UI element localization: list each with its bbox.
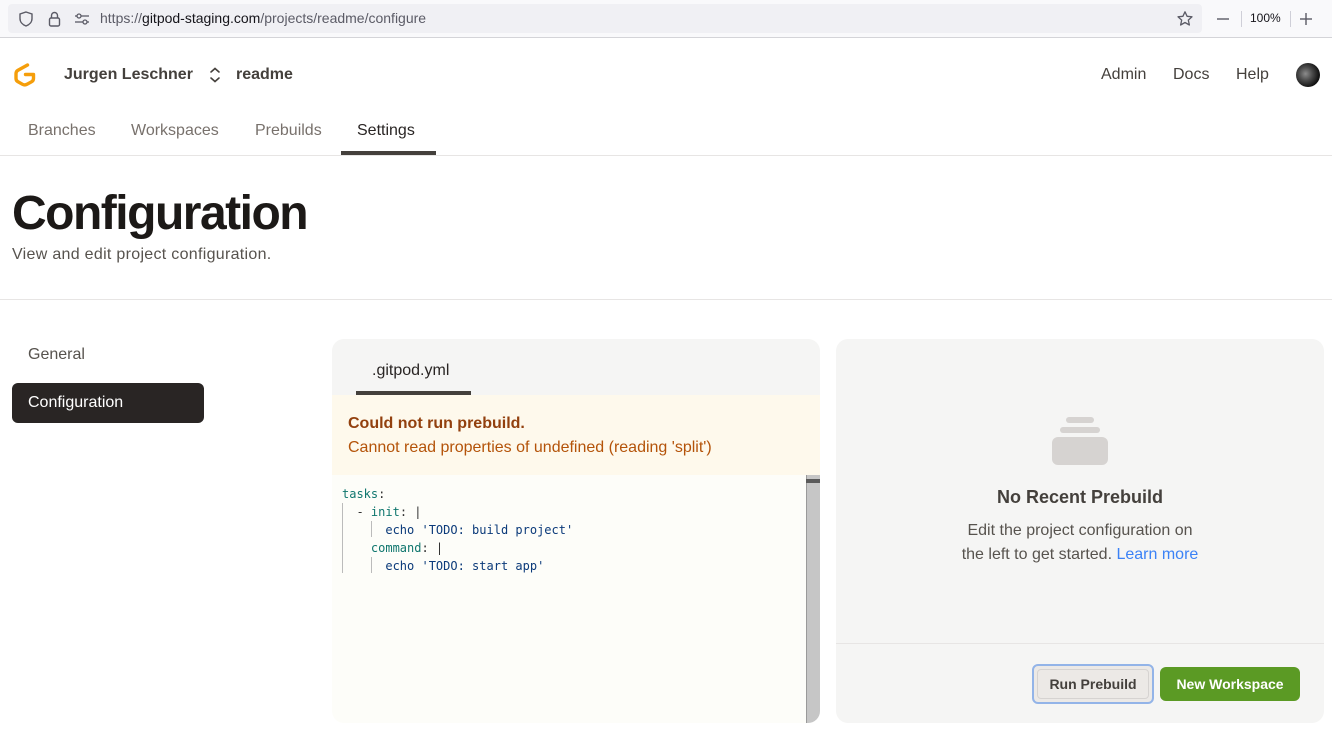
toolbar-separator <box>1290 11 1291 27</box>
nav-help[interactable]: Help <box>1236 66 1269 84</box>
url-text[interactable]: https://gitpod-staging.com/projects/read… <box>100 10 426 26</box>
config-editor-panel: .gitpod.yml Could not run prebuild. Cann… <box>332 339 820 723</box>
description-line: the left to get started. <box>961 546 1113 563</box>
yaml-code-editor[interactable]: tasks: - init: | echo 'TODO: build proje… <box>342 485 573 575</box>
error-title: Could not run prebuild. <box>348 415 525 432</box>
footer-divider <box>836 643 1324 644</box>
no-prebuild-title: No Recent Prebuild <box>996 487 1164 507</box>
run-prebuild-button[interactable]: Run Prebuild <box>1032 664 1154 704</box>
file-tab-gitpod-yml[interactable]: .gitpod.yml <box>372 362 449 380</box>
project-name[interactable]: readme <box>236 66 293 84</box>
active-tab-indicator <box>341 151 436 155</box>
code-token: : <box>378 487 386 501</box>
code-token: command <box>370 541 422 555</box>
toolbar-separator <box>1241 11 1242 27</box>
lock-icon[interactable] <box>46 10 62 28</box>
file-tab-bar: .gitpod.yml <box>332 339 820 395</box>
browser-toolbar: https://gitpod-staging.com/projects/read… <box>0 0 1332 38</box>
code-token: echo 'TODO: start app' <box>385 559 545 573</box>
code-token: : | <box>399 505 422 519</box>
tab-settings[interactable]: Settings <box>357 122 415 140</box>
sidebar-item-general[interactable]: General <box>12 335 204 375</box>
nav-docs[interactable]: Docs <box>1173 66 1209 84</box>
nav-admin[interactable]: Admin <box>1101 66 1146 84</box>
tab-prebuilds[interactable]: Prebuilds <box>255 122 322 140</box>
description-line: Edit the project configuration on <box>967 522 1193 539</box>
error-message: Cannot read properties of undefined (rea… <box>348 439 712 456</box>
prebuild-error-alert: Could not run prebuild. Cannot read prop… <box>332 395 820 475</box>
code-line: command: | <box>342 539 573 557</box>
page-subtitle: View and edit project configuration. <box>12 246 272 263</box>
editor-scrollbar[interactable] <box>806 475 820 723</box>
code-token: init <box>370 505 400 519</box>
indent-guide <box>371 521 372 537</box>
code-line: echo 'TODO: build project' <box>342 521 573 539</box>
run-prebuild-label: Run Prebuild <box>1049 676 1137 692</box>
indent-guide <box>342 503 343 573</box>
prebuild-panel: No Recent Prebuild Edit the project conf… <box>836 339 1324 723</box>
code-token: : | <box>421 541 444 555</box>
code-line: echo 'TODO: start app' <box>342 557 573 575</box>
code-token: tasks <box>342 487 379 501</box>
code-token: echo 'TODO: build project' <box>385 523 574 537</box>
shield-icon[interactable] <box>18 10 34 28</box>
url-path: /projects/readme/configure <box>260 10 427 26</box>
sidebar-item-configuration[interactable]: Configuration <box>12 383 204 423</box>
user-name[interactable]: Jurgen Leschner <box>64 66 193 84</box>
bookmark-star-icon[interactable] <box>1176 10 1194 28</box>
prebuild-stack-icon <box>1052 417 1108 465</box>
tab-workspaces[interactable]: Workspaces <box>131 122 219 140</box>
zoom-in-icon[interactable] <box>1298 10 1314 28</box>
avatar[interactable] <box>1296 63 1320 87</box>
code-line: - init: | <box>342 503 573 521</box>
indent-guide <box>371 557 372 573</box>
chevron-up-down-icon[interactable] <box>208 66 222 84</box>
learn-more-link[interactable]: Learn more <box>1116 546 1198 563</box>
header-divider <box>0 299 1332 300</box>
permissions-icon[interactable] <box>74 11 90 27</box>
page-title: Configuration <box>12 187 309 240</box>
gitpod-logo[interactable] <box>12 62 38 88</box>
editor-scrollbar-thumb[interactable] <box>806 479 820 483</box>
project-tabs: Branches Workspaces Prebuilds Settings <box>0 108 1332 156</box>
code-line: tasks: <box>342 485 573 503</box>
url-host: gitpod-staging.com <box>142 10 261 26</box>
new-workspace-button[interactable]: New Workspace <box>1160 667 1300 701</box>
url-prefix: https:// <box>100 10 143 26</box>
code-token: - <box>356 505 371 519</box>
tab-branches[interactable]: Branches <box>28 122 96 140</box>
zoom-level[interactable]: 100% <box>1250 11 1281 25</box>
no-prebuild-description: Edit the project configuration on the le… <box>836 519 1324 567</box>
zoom-out-icon[interactable] <box>1215 10 1231 28</box>
